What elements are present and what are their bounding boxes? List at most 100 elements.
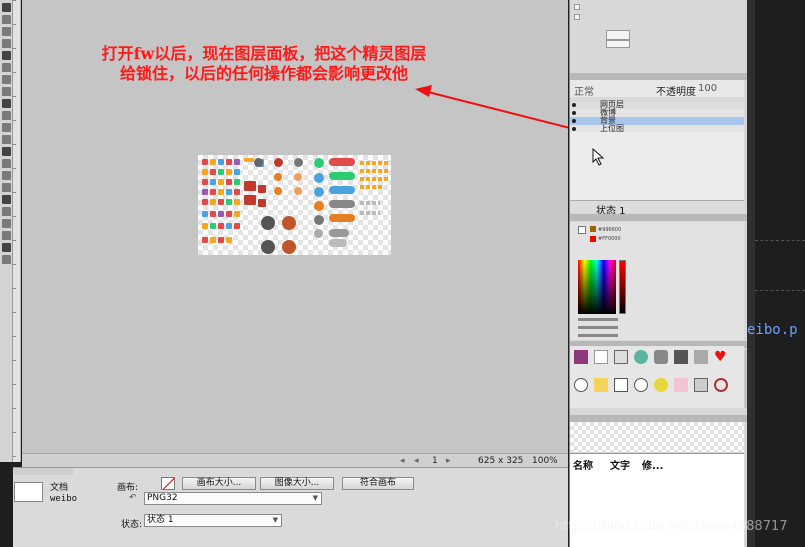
fill-color-icon[interactable]	[2, 231, 11, 240]
state-select[interactable]: 状态 1 ▼	[144, 514, 282, 527]
stroke-swatch-icon[interactable]	[578, 226, 586, 234]
color-panel-header[interactable]	[570, 214, 748, 221]
blend-mode-select[interactable]: 正常	[574, 83, 594, 98]
figure-shape-icon[interactable]	[614, 350, 628, 364]
magic-wand-tool-icon[interactable]	[2, 75, 11, 84]
opacity-value[interactable]: 100	[698, 83, 717, 94]
layer-row-selected[interactable]: 背景	[570, 117, 744, 125]
speech-bubble-icon[interactable]	[574, 378, 588, 392]
image-size-button[interactable]: 图像大小...	[260, 477, 334, 490]
dashed-line	[755, 240, 805, 241]
note-shape-icon[interactable]	[614, 378, 628, 392]
text-tool-icon[interactable]	[2, 183, 11, 192]
pencil-shape-icon[interactable]	[594, 378, 608, 392]
state-value: 状态 1	[147, 515, 174, 525]
color-value-bar[interactable]	[619, 260, 626, 314]
panel-option-icon[interactable]	[574, 4, 580, 10]
eye-icon[interactable]	[572, 103, 576, 107]
layers-empty-area[interactable]	[570, 132, 744, 200]
frame-shape-icon[interactable]	[674, 350, 688, 364]
vertical-ruler	[13, 0, 21, 462]
rectangle-tool-icon[interactable]	[2, 171, 11, 180]
grid-shape-icon[interactable]	[694, 378, 708, 392]
eye-icon[interactable]	[572, 119, 576, 123]
color-hex-1[interactable]: #996600	[598, 227, 621, 233]
document-status-bar: ◂ ◂ 1 ▸ 625 x 325 100%	[22, 453, 568, 467]
eye-icon[interactable]	[572, 111, 576, 115]
pattern-shape-icon[interactable]	[674, 378, 688, 392]
marquee-tool-icon[interactable]	[2, 51, 11, 60]
color-swatch[interactable]	[590, 236, 596, 242]
slice-tool-icon[interactable]	[2, 207, 11, 216]
eraser-tool-icon[interactable]	[2, 111, 11, 120]
background-editor-window: eibo.p	[747, 0, 805, 547]
hotspot-tool-icon[interactable]	[2, 195, 11, 204]
crop-tool-icon[interactable]	[2, 39, 11, 48]
color-hex-2[interactable]: #FF0000	[598, 236, 621, 242]
pencil-tool-icon[interactable]	[2, 99, 11, 108]
pointer-tool-icon[interactable]	[2, 3, 11, 12]
prev-page-icon[interactable]: ◂	[414, 456, 419, 466]
brush-tool-icon[interactable]	[2, 87, 11, 96]
pattern-panel-header[interactable]	[570, 415, 748, 422]
column-more-header[interactable]: 修...	[642, 457, 663, 472]
document-canvas-area[interactable]: 打开fw以后，现在图层面板，把这个精灵图层 给锁住，以后的任何操作都会影响更改他	[22, 0, 568, 453]
right-panel-dock: 正常 不透明度 100 网页层 微博 背景 上位图 状态 1 #996600 #…	[569, 0, 748, 547]
table-shape-icon[interactable]	[694, 350, 708, 364]
cube-shape-icon[interactable]	[574, 350, 588, 364]
blur-tool-icon[interactable]	[2, 123, 11, 132]
lasso-tool-icon[interactable]	[2, 63, 11, 72]
color-spectrum[interactable]	[578, 260, 616, 314]
column-text-header[interactable]: 文字	[610, 457, 630, 472]
next-page-icon[interactable]: ▸	[446, 456, 451, 466]
subselect-tool-icon[interactable]	[2, 15, 11, 24]
export-format-select[interactable]: PNG32 ▼	[144, 492, 322, 505]
hand-tool-icon[interactable]	[2, 243, 11, 252]
zoom-level[interactable]: 100%	[532, 456, 558, 466]
properties-tab[interactable]	[13, 468, 73, 475]
format-value: PNG32	[147, 493, 178, 503]
doc-name: weibo	[50, 494, 78, 504]
layers-options-bar: 正常 不透明度 100	[570, 80, 744, 98]
state-label: 状态:	[121, 520, 143, 530]
color-mixer-panel: #996600 #FF0000	[570, 222, 744, 340]
canvas-dimensions: 625 x 325	[478, 456, 524, 466]
stamp-tool-icon[interactable]	[2, 135, 11, 144]
eye-icon[interactable]	[572, 127, 576, 131]
format-icon: ↶	[129, 493, 137, 503]
properties-panel: 文档 weibo 画布: 画布大小... 图像大小... 符合画布 ↶ PNG3…	[13, 467, 568, 547]
color-swatch[interactable]	[590, 226, 596, 232]
stroke-color-icon[interactable]	[2, 219, 11, 228]
line-tool-icon[interactable]	[2, 147, 11, 156]
clock-shape-icon[interactable]	[714, 378, 728, 392]
panel-option-icon[interactable]	[574, 14, 580, 20]
panel-dropdown[interactable]	[606, 40, 630, 48]
speech-bubble-icon[interactable]	[634, 378, 648, 392]
heart-shape-icon[interactable]: ♥	[714, 350, 728, 364]
panel-dropdown[interactable]	[606, 30, 630, 40]
tools-panel	[0, 0, 13, 462]
opacity-label: 不透明度	[656, 87, 696, 98]
layers-footer: 状态 1	[570, 200, 744, 217]
page-number: 1	[432, 456, 438, 466]
color-slider[interactable]	[578, 326, 618, 329]
canvas-color-swatch[interactable]	[161, 477, 175, 490]
color-slider[interactable]	[578, 318, 618, 321]
pen-tool-icon[interactable]	[2, 159, 11, 168]
circle-shape-icon[interactable]	[634, 350, 648, 364]
layers-panel-header[interactable]	[570, 73, 748, 80]
column-name-header[interactable]: 名称	[573, 457, 593, 472]
moon-shape-icon[interactable]	[654, 378, 668, 392]
first-page-icon[interactable]: ◂	[400, 456, 405, 466]
layer-row[interactable]: 微博	[570, 109, 744, 117]
color-slider[interactable]	[578, 334, 618, 337]
fit-canvas-button[interactable]: 符合画布	[342, 477, 414, 490]
hexagon-shape-icon[interactable]	[654, 350, 668, 364]
layer-row[interactable]: 网页层	[570, 101, 744, 109]
zoom-tool-icon[interactable]	[2, 255, 11, 264]
scale-tool-icon[interactable]	[2, 27, 11, 36]
code-fragment: eibo.p	[747, 322, 798, 338]
dashed-line	[755, 290, 805, 291]
text-shape-icon[interactable]	[594, 350, 608, 364]
canvas-size-button[interactable]: 画布大小...	[182, 477, 256, 490]
